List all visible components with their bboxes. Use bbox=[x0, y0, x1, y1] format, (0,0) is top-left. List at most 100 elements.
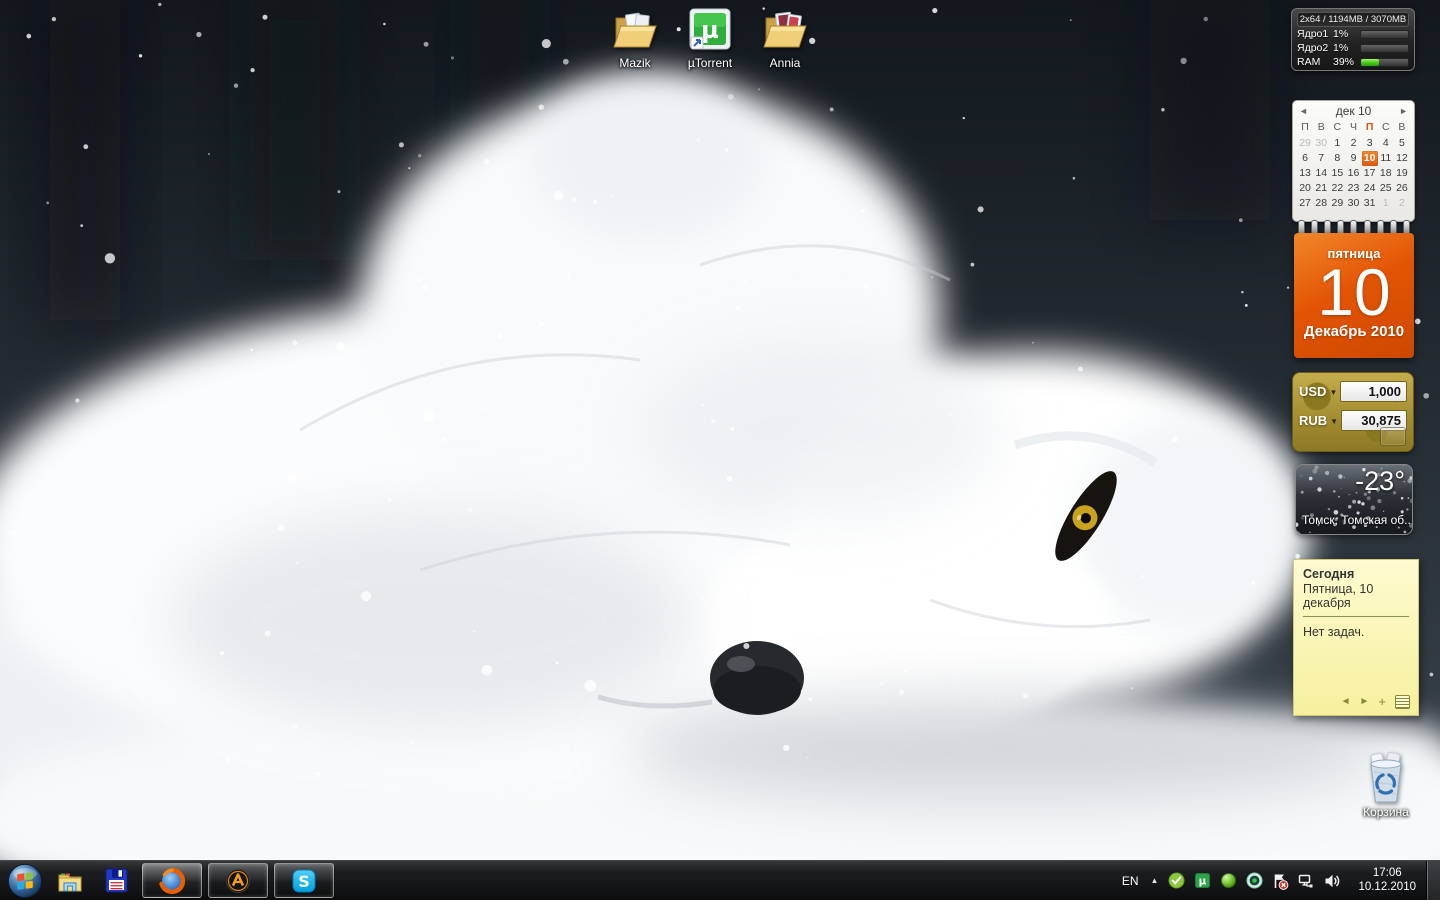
note-title: Сегодня bbox=[1303, 567, 1409, 581]
tasks-note-gadget[interactable]: Сегодня Пятница, 10 декабря Нет задач. ◄… bbox=[1293, 559, 1419, 716]
calendar-day: 12 bbox=[1394, 151, 1410, 166]
currency-converter-gadget[interactable]: USD ▼ 1,000 RUB ▼ 30,875 bbox=[1292, 372, 1414, 452]
calendar-day: 20 bbox=[1297, 181, 1313, 196]
weather-location: Томск, Томская об... bbox=[1302, 513, 1413, 527]
calendar-day: 29 bbox=[1297, 136, 1313, 151]
calendar-day: 28 bbox=[1313, 196, 1329, 211]
calendar-day: 18 bbox=[1378, 166, 1394, 181]
note-divider bbox=[1303, 616, 1409, 617]
calendar-day: 27 bbox=[1297, 196, 1313, 211]
cpu-row-label: RAM bbox=[1297, 56, 1330, 68]
calendar-day: 24 bbox=[1362, 181, 1378, 196]
note-next-icon[interactable]: ► bbox=[1360, 696, 1370, 707]
cpu-row-value: 1% bbox=[1333, 42, 1357, 54]
note-subtitle: Пятница, 10 декабря bbox=[1303, 582, 1409, 610]
recycle-bin-full-icon bbox=[1363, 752, 1409, 804]
cpu-usage-bar bbox=[1360, 30, 1409, 39]
recycle-bin[interactable]: Корзина bbox=[1347, 752, 1425, 819]
calendar-weekday-header: С bbox=[1378, 120, 1394, 135]
recycle-bin-label: Корзина bbox=[1347, 805, 1425, 819]
calendar-day: 1 bbox=[1378, 196, 1394, 211]
aimp-icon bbox=[224, 867, 252, 895]
calendar-day: 5 bbox=[1394, 136, 1410, 151]
calendar-day: 1 bbox=[1329, 136, 1345, 151]
svg-text:µ: µ bbox=[1199, 875, 1207, 887]
skype-status-icon[interactable] bbox=[1167, 872, 1185, 890]
utorrent-shortcut-icon: µ bbox=[686, 6, 734, 54]
language-indicator[interactable]: EN bbox=[1119, 874, 1142, 888]
cpu-row-value: 1% bbox=[1333, 28, 1357, 40]
desktop-icon-utorrent[interactable]: µ µTorrent bbox=[671, 6, 749, 70]
volume-icon[interactable] bbox=[1323, 872, 1341, 890]
cpu-row-value: 39% bbox=[1333, 56, 1357, 68]
green-orb-icon[interactable] bbox=[1219, 872, 1237, 890]
date-page-gadget[interactable]: пятница 10 Декабрь 2010 bbox=[1294, 233, 1414, 358]
cpu-row-label: Ядро1 bbox=[1297, 28, 1330, 40]
weather-gadget[interactable]: -23° Томск, Томская об... bbox=[1295, 464, 1413, 535]
desktop-icon-mazik[interactable]: Mazik bbox=[596, 6, 674, 70]
desktop-icon-label: Annia bbox=[746, 56, 824, 70]
utorrent-tray-icon[interactable]: µ bbox=[1193, 872, 1211, 890]
calendar-day: 31 bbox=[1362, 196, 1378, 211]
action-center-flag-icon[interactable] bbox=[1271, 872, 1289, 890]
tray-clock[interactable]: 17:06 10.12.2010 bbox=[1358, 867, 1416, 894]
calendar-day: 23 bbox=[1345, 181, 1361, 196]
start-button[interactable] bbox=[3, 861, 47, 900]
chevron-down-icon[interactable]: ▼ bbox=[1330, 415, 1338, 426]
calendar-day: 13 bbox=[1297, 166, 1313, 181]
wallpaper-wolf-image bbox=[0, 0, 1440, 860]
cpu-usage-bar bbox=[1360, 58, 1409, 67]
currency-row-usd: USD ▼ 1,000 bbox=[1299, 381, 1407, 402]
cpu-meter-gadget[interactable]: 2x64 / 1194MB / 3070MB Ядро11%Ядро21%RAM… bbox=[1291, 8, 1415, 71]
date-day-number: 10 bbox=[1294, 261, 1414, 323]
calendar-day: 16 bbox=[1345, 166, 1361, 181]
note-list-icon[interactable] bbox=[1395, 695, 1410, 709]
cpu-row-label: Ядро2 bbox=[1297, 42, 1330, 54]
calendar-next-icon[interactable]: ► bbox=[1399, 106, 1408, 116]
show-hidden-icons-arrow[interactable]: ▲ bbox=[1151, 876, 1159, 885]
currency-amount-usd[interactable]: 1,000 bbox=[1340, 381, 1407, 402]
calendar-weekday-header: В bbox=[1313, 120, 1329, 135]
calendar-day: 15 bbox=[1329, 166, 1345, 181]
note-prev-icon[interactable]: ◄ bbox=[1341, 696, 1351, 707]
taskbar-firefox-button[interactable] bbox=[142, 863, 202, 898]
calendar-day: 30 bbox=[1313, 136, 1329, 151]
desktop-icon-label: Mazik bbox=[596, 56, 674, 70]
calendar-day: 6 bbox=[1297, 151, 1313, 166]
note-body[interactable]: Нет задач. bbox=[1303, 625, 1409, 639]
taskbar-skype-button[interactable]: S bbox=[274, 863, 334, 898]
calendar-month-label: дек 10 bbox=[1336, 104, 1372, 118]
chevron-down-icon[interactable]: ▼ bbox=[1329, 386, 1337, 397]
network-icon[interactable] bbox=[1297, 872, 1315, 890]
cpu-meter-row: RAM39% bbox=[1297, 55, 1409, 69]
taskbar-windows-explorer[interactable] bbox=[47, 861, 93, 900]
calendar-day: 25 bbox=[1378, 181, 1394, 196]
credit-card-chip-icon bbox=[1380, 427, 1406, 446]
calendar-weekday-header: Ч bbox=[1345, 120, 1361, 135]
floppy-save-icon bbox=[103, 867, 130, 894]
calendar-weekday-header: П bbox=[1362, 120, 1378, 135]
nod32-eye-icon[interactable] bbox=[1245, 872, 1263, 890]
skype-icon: S bbox=[290, 867, 318, 895]
calendar-weekday-header: П bbox=[1297, 120, 1313, 135]
taskbar-aimp-button[interactable] bbox=[208, 863, 268, 898]
currency-code-usd[interactable]: USD bbox=[1299, 384, 1326, 399]
firefox-icon bbox=[158, 867, 186, 895]
taskbar-save-floppy[interactable] bbox=[93, 861, 139, 900]
clock-time: 17:06 bbox=[1358, 867, 1416, 881]
calendar-day: 3 bbox=[1362, 136, 1378, 151]
system-tray: EN ▲ µ 17:06 10.12.2010 bbox=[1119, 867, 1426, 894]
calendar-weekday-header: В bbox=[1394, 120, 1410, 135]
desktop-icon-annia[interactable]: Annia bbox=[746, 6, 824, 70]
desktop[interactable]: Mazik µ µTorrent Annia 2x64 / 1194MB / 3… bbox=[0, 0, 1440, 900]
windows-start-orb-icon bbox=[6, 862, 44, 900]
calendar-day: 22 bbox=[1329, 181, 1345, 196]
calendar-days-grid: 2930123456789101112131415161718192021222… bbox=[1297, 136, 1410, 211]
show-desktop-button[interactable] bbox=[1426, 861, 1440, 900]
note-add-icon[interactable]: + bbox=[1378, 694, 1386, 709]
calendar-gadget[interactable]: ◄ дек 10 ► ПВСЧПСВ 293012345678910111213… bbox=[1292, 100, 1415, 222]
calendar-prev-icon[interactable]: ◄ bbox=[1299, 106, 1308, 116]
currency-code-rub[interactable]: RUB bbox=[1299, 413, 1327, 428]
calendar-day: 2 bbox=[1394, 196, 1410, 211]
calendar-day: 10 bbox=[1362, 151, 1378, 166]
